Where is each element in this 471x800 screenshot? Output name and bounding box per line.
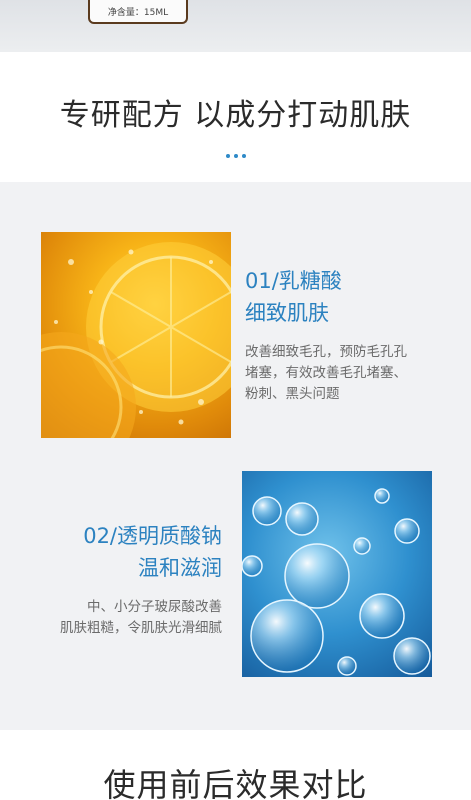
volume-label: 净含量：15ML [107,8,169,18]
product-banner-strip: 净含量：15ML [0,0,471,52]
ingredient-1-name: 01/乳糖酸 [245,269,342,293]
ingredient-2-desc-line: 中、小分子玻尿酸改善 [87,599,222,615]
water-bubbles-photo [242,471,432,677]
section-title-formula: 专研配方 以成分打动肌肤 [59,98,412,133]
lemon-slices-photo [41,232,231,438]
ingredient-1-desc-line: 粉刺、黑头问题 [245,386,340,402]
serum-bottle: 净含量：15ML [88,0,188,24]
ingredient-2-desc-line: 肌肤粗糙，令肌肤光滑细腻 [60,620,222,636]
ingredient-2-benefit: 温和滋润 [138,556,222,580]
ingredient-1-heading: 01/乳糖酸 细致肌肤 [245,265,342,329]
divider-dots [0,143,471,162]
ingredient-2-heading: 02/透明质酸钠 温和滋润 [83,520,222,584]
ingredient-1-description: 改善细致毛孔，预防毛孔孔 堵塞，有效改善毛孔堵塞、 粉刺、黑头问题 [245,342,445,405]
section-title-comparison: 使用前后效果对比 [103,766,368,800]
ingredient-1-desc-line: 改善细致毛孔，预防毛孔孔 [245,344,407,360]
ingredient-2-name: 02/透明质酸钠 [83,524,222,548]
ingredient-1-desc-line: 堵塞，有效改善毛孔堵塞、 [245,365,407,381]
ingredient-1-benefit: 细致肌肤 [245,301,329,325]
ingredient-2-description: 中、小分子玻尿酸改善 肌肤粗糙，令肌肤光滑细腻 [22,597,222,639]
